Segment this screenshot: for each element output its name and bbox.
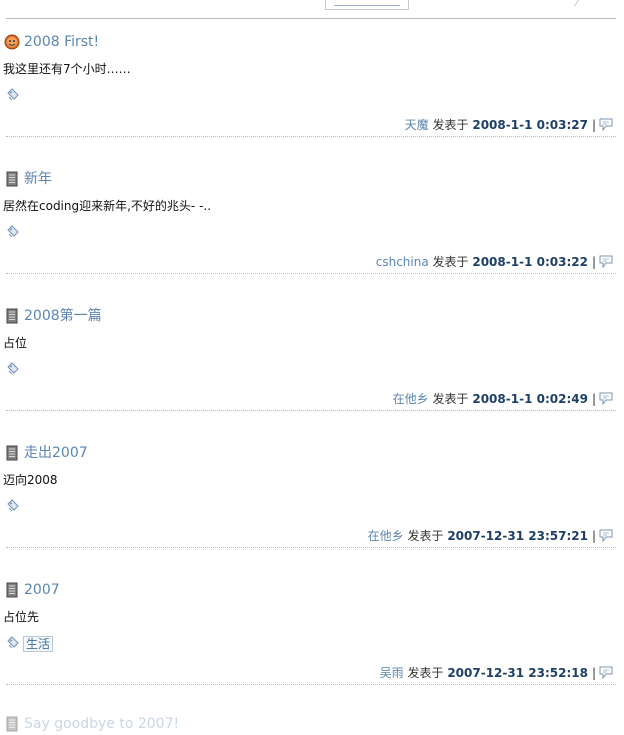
author-link[interactable]: 在他乡 [393,392,429,406]
post-date: 2008-1-1 0:02:49 [472,392,588,406]
tag-icon[interactable] [6,499,20,513]
tag-icon[interactable] [6,636,20,650]
posted-label: 发表于 [407,529,444,543]
tag-link-life[interactable]: 生活 [23,636,54,652]
post-meta: 在他乡 发表于 2008-1-1 0:02:49 | [393,391,614,407]
post-title-link[interactable]: 走出2007 [24,444,88,462]
posted-label: 发表于 [432,255,469,269]
post-date: 2008-1-1 0:03:27 [472,118,588,132]
meta-separator: | [591,392,596,406]
post-divider [6,547,616,548]
post-divider [6,684,616,685]
post-entry: 2008第一篇 占位 在他乡 发表于 2008-1-1 0:02:49 | [0,307,624,444]
tag-icon[interactable] [6,225,20,239]
top-mark: ⁄ [576,0,578,9]
post-divider [6,136,616,137]
author-link[interactable]: 天魔 [405,118,429,132]
post-title-link[interactable]: 2008 First! [24,33,99,51]
post-body-text: 居然在coding迎来新年,不好的兆头- -.. [3,199,212,213]
comment-icon[interactable] [599,118,614,132]
document-icon [4,308,20,324]
smiley-face-icon [4,34,20,50]
comment-icon[interactable] [599,529,614,543]
document-icon [4,582,20,598]
meta-separator: | [591,255,596,269]
posted-label: 发表于 [407,666,444,680]
post-title-link[interactable]: 新年 [24,170,52,188]
post-title-link[interactable]: 2007 [24,581,60,599]
author-link[interactable]: 吴雨 [380,666,404,680]
post-date: 2008-1-1 0:03:22 [472,255,588,269]
meta-separator: | [591,529,596,543]
post-entry: 新年 居然在coding迎来新年,不好的兆头- -.. cshchina 发表于… [0,170,624,307]
post-date: 2007-12-31 23:52:18 [447,666,588,680]
post-body-text: 我这里还有7个小时…… [3,62,131,76]
document-icon [4,445,20,461]
post-meta: 天魔 发表于 2008-1-1 0:03:27 | [405,117,614,133]
posted-label: 发表于 [432,118,469,132]
author-link[interactable]: cshchina [376,255,429,269]
post-date: 2007-12-31 23:57:21 [447,529,588,543]
document-icon [4,171,20,187]
author-link[interactable]: 在他乡 [368,529,404,543]
post-title-link[interactable]: 2008第一篇 [24,307,102,325]
document-icon [4,716,20,732]
posted-label: 发表于 [432,392,469,406]
post-meta: 吴雨 发表于 2007-12-31 23:52:18 | [380,665,614,681]
meta-separator: | [591,666,596,680]
post-entry: 2007 占位先 生活 吴雨 发表于 2007-12-31 23:52:18 | [0,581,624,718]
comment-icon[interactable] [599,255,614,269]
post-body-text: 占位先 [3,610,40,624]
post-divider [6,273,616,274]
previous-box-fragment [325,0,409,10]
post-meta: 在他乡 发表于 2007-12-31 23:57:21 | [368,528,614,544]
comment-icon[interactable] [599,392,614,406]
meta-separator: | [591,118,596,132]
post-body-text: 迈向2008 [3,473,58,487]
top-divider [6,18,616,19]
post-title-link[interactable]: Say goodbye to 2007! [24,715,179,733]
post-meta: cshchina 发表于 2008-1-1 0:03:22 | [376,254,614,270]
post-body-text: 占位 [3,336,28,350]
comment-icon[interactable] [599,666,614,680]
post-entry: 走出2007 迈向2008 在他乡 发表于 2007-12-31 23:57:2… [0,444,624,581]
tag-icon[interactable] [6,362,20,376]
post-divider [6,410,616,411]
tag-icon[interactable] [6,88,20,102]
post-entry: 2008 First! 我这里还有7个小时…… 天魔 发表于 2008-1-1 … [0,33,624,170]
